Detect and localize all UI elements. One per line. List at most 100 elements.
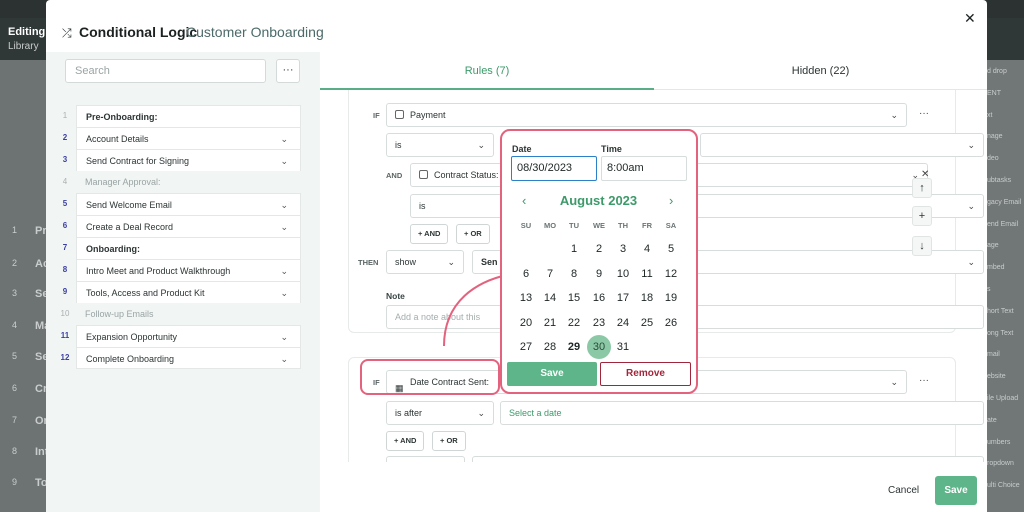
move-down-button[interactable]: ↓	[912, 236, 932, 256]
calendar-day-selected[interactable]: 30	[587, 335, 611, 359]
move-up-button[interactable]: ↑	[912, 178, 932, 198]
date-input[interactable]: 08/30/2023	[511, 156, 597, 181]
calendar-day[interactable]: 13	[514, 286, 538, 310]
month-label: August 2023	[559, 193, 638, 208]
list-item-number: 2	[62, 133, 68, 142]
chevron-down-icon: ⌄	[967, 201, 975, 211]
list-item-number: 5	[62, 199, 68, 208]
next-month-icon[interactable]: ›	[669, 193, 673, 208]
calendar-day[interactable]: 26	[659, 311, 683, 335]
calendar-day[interactable]: 31	[611, 335, 635, 359]
calendar-day[interactable]: 25	[635, 311, 659, 335]
list-item[interactable]: 7 Onboarding:	[58, 237, 301, 259]
date-save-button[interactable]: Save	[507, 362, 597, 386]
list-item[interactable]: 3 Send Contract for Signing ⌄	[58, 149, 301, 171]
operator-select[interactable]: is after ⌄	[386, 401, 494, 425]
operator-select[interactable]: is ⌄	[386, 133, 494, 157]
calendar-day[interactable]: 9	[587, 262, 611, 286]
chevron-down-icon[interactable]: ⌄	[280, 150, 288, 172]
list-item[interactable]: 1 Pre-Onboarding:	[58, 105, 301, 127]
calendar-day[interactable]: 4	[635, 237, 659, 261]
save-button[interactable]: Save	[935, 476, 977, 505]
weekday-label: TH	[618, 221, 628, 230]
rule-field-value: Payment	[410, 110, 446, 120]
calendar-day[interactable]: 24	[611, 311, 635, 335]
list-item-number: 7	[62, 243, 68, 252]
background-left-num: 2	[12, 258, 18, 268]
calendar-day[interactable]: 3	[611, 237, 635, 261]
list-item[interactable]: 4 Manager Approval:	[58, 171, 301, 193]
add-or-button[interactable]: + OR	[432, 431, 466, 451]
close-icon[interactable]: ✕	[964, 10, 976, 27]
add-and-button[interactable]: + AND	[386, 431, 425, 451]
tab-hidden[interactable]: Hidden (22)	[654, 52, 987, 90]
list-item-text: Pre-Onboarding:	[86, 112, 158, 122]
calendar-day[interactable]: 6	[514, 262, 538, 286]
date-remove-button[interactable]: Remove	[600, 362, 691, 386]
list-item[interactable]: 10 Follow-up Emails	[58, 303, 301, 325]
calendar-day[interactable]: 15	[562, 286, 586, 310]
calendar-day[interactable]: 21	[538, 311, 562, 335]
calendar-day[interactable]: 28	[538, 335, 562, 359]
weekday-label: MO	[543, 221, 557, 230]
calendar-day[interactable]: 11	[635, 262, 659, 286]
chevron-down-icon[interactable]: ⌄	[280, 128, 288, 150]
calendar-day[interactable]: 20	[514, 311, 538, 335]
weekday-label: SA	[665, 221, 677, 230]
search-input[interactable]: Search	[65, 59, 266, 83]
calendar-day[interactable]: 8	[562, 262, 586, 286]
list-item-label: Follow-up Emails	[76, 303, 301, 325]
background-right-item: end Email	[987, 220, 1019, 228]
chevron-down-icon[interactable]: ⌄	[280, 216, 288, 238]
value-select[interactable]: ⌄	[700, 133, 984, 157]
calendar-day[interactable]: 22	[562, 311, 586, 335]
calendar-day[interactable]: 14	[538, 286, 562, 310]
chevron-down-icon[interactable]: ⌄	[280, 194, 288, 216]
tab-rules[interactable]: Rules (7)	[320, 52, 654, 90]
add-and-button[interactable]: + AND	[410, 224, 449, 244]
more-icon[interactable]: ···	[919, 375, 929, 386]
background-right-item: d drop	[987, 68, 1007, 75]
cancel-button[interactable]: Cancel	[888, 485, 919, 496]
background-right-item: ubtasks	[987, 177, 1012, 184]
calendar-day[interactable]: 2	[587, 237, 611, 261]
more-options-button[interactable]: ···	[276, 59, 300, 83]
calendar-day[interactable]: 10	[611, 262, 635, 286]
list-item[interactable]: 2 Account Details ⌄	[58, 127, 301, 149]
calendar-day[interactable]: 19	[659, 286, 683, 310]
list-item[interactable]: 9 Tools, Access and Product Kit ⌄	[58, 281, 301, 303]
list-item[interactable]: 12 Complete Onboarding ⌄	[58, 347, 301, 369]
chevron-down-icon[interactable]: ⌄	[280, 348, 288, 370]
calendar-day[interactable]: 16	[587, 286, 611, 310]
calendar-day[interactable]: 7	[538, 262, 562, 286]
calendar-day[interactable]: 18	[635, 286, 659, 310]
chevron-down-icon[interactable]: ⌄	[280, 282, 288, 304]
list-item-label: Pre-Onboarding:	[76, 105, 301, 127]
chevron-down-icon[interactable]: ⌄	[280, 260, 288, 282]
calendar-day[interactable]: 17	[611, 286, 635, 310]
list-item[interactable]: 6 Create a Deal Record ⌄	[58, 215, 301, 237]
time-input[interactable]: 8:00am	[601, 156, 687, 181]
list-item-text: Onboarding:	[86, 244, 140, 254]
chevron-down-icon[interactable]: ⌄	[280, 326, 288, 348]
calendar-day[interactable]: 23	[587, 311, 611, 335]
add-or-button[interactable]: + OR	[456, 224, 490, 244]
calendar-day[interactable]: 5	[659, 237, 683, 261]
background-right-item: ate	[987, 416, 997, 424]
date-picker-popover: Date Time 08/30/2023 8:00am ‹ August 202…	[500, 129, 698, 394]
weekday-label: FR	[642, 221, 652, 230]
rule-field-select[interactable]: Payment ⌄	[386, 103, 907, 127]
background-right-item: mail	[987, 351, 1000, 359]
calendar-day[interactable]: 12	[659, 262, 683, 286]
list-item[interactable]: 8 Intro Meet and Product Walkthrough ⌄	[58, 259, 301, 281]
calendar-day[interactable]: 1	[562, 237, 586, 261]
calendar-day[interactable]: 29	[562, 335, 586, 359]
more-icon[interactable]: ···	[919, 108, 929, 119]
list-item-text: Complete Onboarding	[86, 354, 175, 364]
calendar-day[interactable]: 27	[514, 335, 538, 359]
date-value-input[interactable]: Select a date	[500, 401, 984, 425]
list-item[interactable]: 11 Expansion Opportunity ⌄	[58, 325, 301, 347]
add-rule-button[interactable]: +	[912, 206, 932, 226]
list-item[interactable]: 5 Send Welcome Email ⌄	[58, 193, 301, 215]
list-item-label: Intro Meet and Product Walkthrough ⌄	[76, 259, 301, 281]
